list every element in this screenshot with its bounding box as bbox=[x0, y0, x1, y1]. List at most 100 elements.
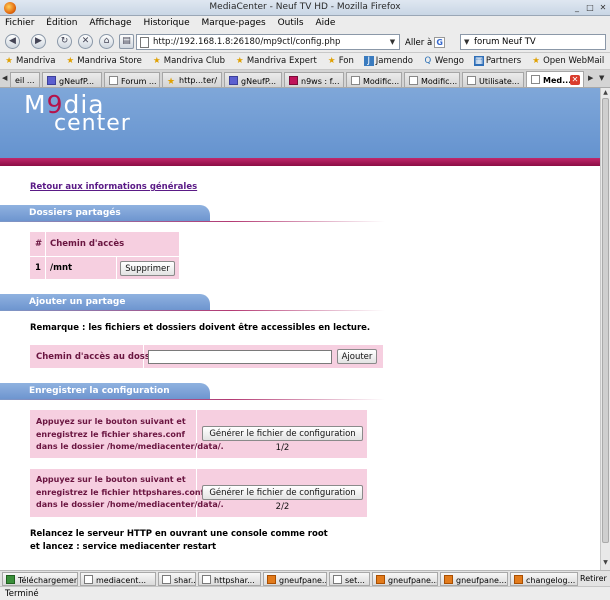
star-icon: ★ bbox=[532, 56, 540, 66]
close-window-icon[interactable]: ✕ bbox=[598, 3, 608, 13]
tab-3[interactable]: Forum ... bbox=[104, 72, 160, 87]
bookmark-label: Jamendo bbox=[375, 56, 413, 66]
share-path-input[interactable] bbox=[148, 350, 332, 364]
star-icon: ★ bbox=[5, 56, 13, 66]
menu-aide[interactable]: Aide bbox=[310, 16, 339, 28]
star-icon: ★ bbox=[66, 56, 75, 66]
task-label: gneufpane... bbox=[388, 576, 438, 585]
instruction-line: dans le dossier /home/mediacenter/data/. bbox=[36, 442, 224, 451]
task-mediacenter[interactable]: mediacent... bbox=[80, 572, 156, 586]
task-gneufpanel-2[interactable]: gneufpane... bbox=[372, 572, 438, 586]
task-shares[interactable]: shar... bbox=[158, 572, 196, 586]
back-to-info-link[interactable]: Retour aux informations générales bbox=[30, 182, 197, 192]
tab-5[interactable]: gNeufP... bbox=[224, 72, 282, 87]
bookmark-partners[interactable]: ▦ Partners bbox=[470, 53, 524, 66]
task-gneufpanel-1[interactable]: gneufpane... bbox=[263, 572, 327, 586]
scroll-up-icon[interactable]: ▲ bbox=[601, 88, 610, 98]
scrollbar-thumb[interactable] bbox=[602, 98, 609, 543]
navigation-toolbar: ◀ ▶ ↻ ✕ ⌂ ▤ http://192.168.1.8:26180/mp9… bbox=[0, 31, 610, 53]
goto-button[interactable]: Aller àG bbox=[405, 37, 446, 48]
tab-label: n9ws : f... bbox=[301, 77, 340, 86]
menu-marque-pages[interactable]: Marque-pages bbox=[197, 16, 270, 28]
tab-2[interactable]: gNeufP... bbox=[42, 72, 102, 87]
tab-4[interactable]: ★ http...ter/ bbox=[162, 72, 222, 87]
task-label: Téléchargements bbox=[18, 576, 78, 585]
config-1-instructions: Appuyez sur le bouton suivant et enregis… bbox=[36, 416, 224, 454]
url-dropdown-icon[interactable]: ▼ bbox=[387, 36, 398, 48]
vertical-scrollbar[interactable]: ▲ ▼ bbox=[600, 88, 610, 570]
tab-label: Modific... bbox=[363, 77, 400, 86]
forward-icon[interactable]: ▶ bbox=[31, 34, 46, 49]
task-downloads[interactable]: Téléchargements bbox=[2, 572, 78, 586]
menu-affichage[interactable]: Affichage bbox=[84, 16, 135, 28]
bookmark-label: Mandriva Expert bbox=[246, 56, 317, 66]
instruction-line: Relancez le serveur HTTP en ouvrant une … bbox=[30, 529, 328, 539]
scroll-down-icon[interactable]: ▼ bbox=[601, 558, 610, 568]
bookmark-jamendo[interactable]: J Jamendo bbox=[360, 53, 416, 66]
home-icon[interactable]: ⌂ bbox=[99, 34, 114, 49]
generate-config-2-button[interactable]: Générer le fichier de configuration 2/2 bbox=[202, 485, 363, 512]
close-tab-icon[interactable]: ✕ bbox=[570, 75, 580, 85]
section-title: Enregistrer la configuration bbox=[0, 383, 210, 399]
bookmark-label: Mandriva Club bbox=[163, 56, 225, 66]
menu-fichier[interactable]: Fichier bbox=[0, 16, 38, 28]
stop-icon[interactable]: ✕ bbox=[78, 34, 93, 49]
task-label: httpshar... bbox=[214, 576, 255, 585]
tab-8[interactable]: Modific... bbox=[404, 72, 460, 87]
url-bar[interactable]: http://192.168.1.8:26180/mp9ctl/config.p… bbox=[136, 34, 400, 50]
generate-config-1-button[interactable]: Générer le fichier de configuration 1/2 bbox=[202, 426, 363, 453]
delete-share-button[interactable]: Supprimer bbox=[120, 261, 175, 276]
banner-stripe bbox=[0, 158, 600, 166]
bookmark-mandriva[interactable]: ★ Mandriva bbox=[0, 53, 58, 66]
bookmark-wengo[interactable]: Q Wengo bbox=[419, 53, 467, 66]
bookmark-mandriva-expert[interactable]: ★ Mandriva Expert bbox=[231, 53, 320, 66]
task-httpshares[interactable]: httpshar... bbox=[198, 572, 261, 586]
tab-7[interactable]: Modific... bbox=[346, 72, 402, 87]
instruction-line: Appuyez sur le bouton suivant et bbox=[36, 417, 186, 426]
bookmark-label: Fon bbox=[338, 56, 354, 66]
minimize-icon[interactable]: _ bbox=[572, 3, 582, 13]
task-changelog[interactable]: changelog... bbox=[510, 572, 578, 586]
section-divider bbox=[0, 399, 385, 400]
firefox-icon bbox=[514, 575, 523, 584]
menu-historique[interactable]: Historique bbox=[138, 16, 193, 28]
bookmark-open-webmail[interactable]: ★ Open WebMail bbox=[527, 53, 607, 66]
reload-icon[interactable]: ↻ bbox=[57, 34, 72, 49]
maximize-icon[interactable]: □ bbox=[585, 3, 595, 13]
status-bar: Terminé bbox=[0, 586, 610, 600]
table-row-divider bbox=[30, 256, 179, 257]
task-gneufpanel-3[interactable]: gneufpane... bbox=[440, 572, 508, 586]
search-engine-dropdown-icon[interactable]: ▼ bbox=[464, 38, 469, 46]
search-input[interactable]: ▼ forum Neuf TV bbox=[460, 34, 606, 50]
remove-button[interactable]: Retirer bbox=[580, 574, 607, 583]
bookmark-fon[interactable]: ★ Fon bbox=[323, 53, 357, 66]
bookmark-mandriva-store[interactable]: ★ Mandriva Store bbox=[61, 53, 145, 66]
add-share-button[interactable]: Ajouter bbox=[337, 349, 377, 364]
bookmark-label: Mandriva bbox=[16, 56, 56, 66]
column-num: # bbox=[35, 239, 43, 249]
tab-scroll-left-icon[interactable]: ◀ bbox=[2, 74, 7, 82]
goto-label: Aller à bbox=[405, 38, 433, 48]
feed-icon[interactable]: ▤ bbox=[119, 34, 134, 49]
star-icon: ★ bbox=[152, 56, 161, 66]
firefox-icon bbox=[267, 575, 276, 584]
star-icon: ★ bbox=[236, 56, 244, 66]
logo-text: center bbox=[54, 111, 131, 136]
menu-outils[interactable]: Outils bbox=[273, 16, 308, 28]
tab-1[interactable]: eil ... bbox=[10, 72, 40, 87]
menu-edition[interactable]: Édition bbox=[41, 16, 81, 28]
tab-active-mediacenter[interactable]: Med... ✕ bbox=[526, 71, 584, 87]
bookmark-mandriva-club[interactable]: ★ Mandriva Club bbox=[148, 53, 228, 66]
section-title: Dossiers partagés bbox=[0, 205, 210, 221]
back-icon[interactable]: ◀ bbox=[5, 34, 20, 49]
tab-6[interactable]: n9ws : f... bbox=[284, 72, 344, 87]
tab-scroll-right-icon[interactable]: ▶ bbox=[588, 74, 593, 82]
tab-9[interactable]: Utilisate... bbox=[462, 72, 524, 87]
page-icon bbox=[409, 76, 418, 85]
instruction-line: dans le dossier /home/mediacenter/data/. bbox=[36, 500, 224, 509]
tab-label: gNeufP... bbox=[59, 77, 95, 86]
tab-list-icon[interactable]: ▼ bbox=[599, 74, 604, 82]
tab-label: Modific... bbox=[421, 77, 458, 86]
task-settings[interactable]: set... bbox=[329, 572, 370, 586]
tab-bar: ◀ eil ... gNeufP... Forum ... ★ http...te… bbox=[0, 70, 610, 88]
